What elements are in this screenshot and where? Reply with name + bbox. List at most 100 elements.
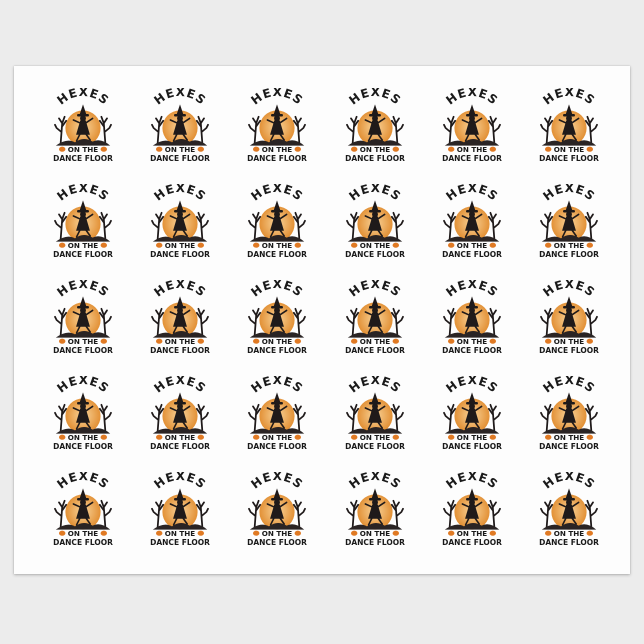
hexes-sticker: HEXES ON THE DANCE FLOOR [53, 184, 113, 259]
sticker-line-three: DANCE FLOOR [53, 154, 113, 163]
hexes-sticker: HEXES ON THE DANCE FLOOR [53, 376, 113, 451]
sticker-line-three: DANCE FLOOR [53, 250, 113, 259]
sticker-cell: HEXES ON THE DANCE FLOOR [131, 368, 228, 464]
sticker-line-two: ON THE [262, 529, 293, 538]
hexes-sticker: HEXES ON THE DANCE FLOOR [442, 280, 502, 355]
product-preview: HEXES ON THE DANCE FLOOR HEXES ON THE DA… [0, 0, 644, 644]
sticker-line-two: ON THE [262, 337, 293, 346]
sticker-line-two: ON THE [457, 337, 488, 346]
sticker-cell: HEXES ON THE DANCE FLOOR [326, 176, 423, 272]
sticker-line-three: DANCE FLOOR [539, 442, 599, 451]
hexes-sticker: HEXES ON THE DANCE FLOOR [442, 184, 502, 259]
sticker-line-three: DANCE FLOOR [247, 442, 307, 451]
pumpkin-icon [447, 434, 455, 440]
sticker-line-two: ON THE [262, 145, 293, 154]
pumpkin-icon [545, 338, 552, 344]
pumpkin-icon [447, 146, 455, 152]
pumpkin-icon [489, 434, 496, 440]
hexes-sticker: HEXES ON THE DANCE FLOOR [150, 376, 210, 451]
sticker-cell: HEXES ON THE DANCE FLOOR [229, 464, 326, 560]
hexes-sticker: HEXES ON THE DANCE FLOOR [539, 184, 599, 259]
sticker-cell: HEXES ON THE DANCE FLOOR [229, 272, 326, 368]
sticker-cell: HEXES ON THE DANCE FLOOR [521, 176, 618, 272]
sticker-line-three: DANCE FLOOR [442, 538, 502, 547]
pumpkin-icon [253, 434, 260, 440]
sticker-cell: HEXES ON THE DANCE FLOOR [326, 368, 423, 464]
pumpkin-icon [197, 338, 204, 344]
pumpkin-icon [197, 242, 204, 248]
hexes-sticker: HEXES ON THE DANCE FLOOR [150, 472, 210, 547]
sticker-cell: HEXES ON THE DANCE FLOOR [521, 368, 618, 464]
sticker-cell: HEXES ON THE DANCE FLOOR [131, 272, 228, 368]
pumpkin-icon [350, 338, 358, 344]
pumpkin-icon [392, 338, 399, 344]
pumpkin-icon [100, 338, 107, 344]
sticker-cell: HEXES ON THE DANCE FLOOR [131, 464, 228, 560]
hexes-sticker: HEXES ON THE DANCE FLOOR [150, 184, 210, 259]
sticker-line-two: ON THE [554, 241, 585, 250]
pumpkin-icon [447, 242, 455, 248]
sticker-line-three: DANCE FLOOR [539, 154, 599, 163]
sticker-line-two: ON THE [554, 529, 585, 538]
pumpkin-icon [253, 242, 260, 248]
pumpkin-icon [100, 530, 107, 536]
pumpkin-icon [58, 338, 66, 344]
hexes-sticker: HEXES ON THE DANCE FLOOR [442, 472, 502, 547]
hexes-sticker: HEXES ON THE DANCE FLOOR [150, 280, 210, 355]
pumpkin-icon [155, 530, 163, 536]
sticker-line-two: ON THE [262, 241, 293, 250]
sticker-line-two: ON THE [457, 529, 488, 538]
hexes-sticker: HEXES ON THE DANCE FLOOR [247, 280, 307, 355]
sticker-cell: HEXES ON THE DANCE FLOOR [131, 80, 228, 176]
pumpkin-icon [489, 338, 496, 344]
pumpkin-icon [447, 530, 455, 536]
pumpkin-icon [294, 338, 302, 344]
sticker-line-three: DANCE FLOOR [150, 154, 210, 163]
hexes-sticker: HEXES ON THE DANCE FLOOR [53, 472, 113, 547]
sticker-line-two: ON THE [165, 337, 196, 346]
sticker-line-three: DANCE FLOOR [247, 154, 307, 163]
pumpkin-icon [489, 146, 496, 152]
sticker-cell: HEXES ON THE DANCE FLOOR [521, 272, 618, 368]
sticker-cell: HEXES ON THE DANCE FLOOR [229, 176, 326, 272]
sticker-cell: HEXES ON THE DANCE FLOOR [34, 464, 131, 560]
pumpkin-icon [447, 338, 455, 344]
sticker-cell: HEXES ON THE DANCE FLOOR [521, 80, 618, 176]
pumpkin-icon [253, 338, 260, 344]
sticker-cell: HEXES ON THE DANCE FLOOR [423, 272, 520, 368]
sticker-line-three: DANCE FLOOR [247, 346, 307, 355]
pumpkin-icon [197, 530, 204, 536]
sticker-sheet: HEXES ON THE DANCE FLOOR HEXES ON THE DA… [14, 66, 630, 574]
sticker-line-two: ON THE [457, 433, 488, 442]
sticker-line-three: DANCE FLOOR [150, 538, 210, 547]
sticker-line-two: ON THE [554, 337, 585, 346]
pumpkin-icon [253, 146, 260, 152]
sticker-cell: HEXES ON THE DANCE FLOOR [423, 176, 520, 272]
pumpkin-icon [197, 146, 204, 152]
hexes-sticker: HEXES ON THE DANCE FLOOR [247, 88, 307, 163]
sticker-line-three: DANCE FLOOR [53, 346, 113, 355]
sticker-line-three: DANCE FLOOR [539, 250, 599, 259]
pumpkin-icon [100, 242, 107, 248]
hexes-sticker: HEXES ON THE DANCE FLOOR [53, 280, 113, 355]
sticker-cell: HEXES ON THE DANCE FLOOR [34, 368, 131, 464]
sticker-line-two: ON THE [359, 529, 390, 538]
sticker-line-three: DANCE FLOOR [247, 250, 307, 259]
sticker-line-three: DANCE FLOOR [150, 250, 210, 259]
sticker-line-three: DANCE FLOOR [345, 250, 405, 259]
pumpkin-icon [155, 338, 163, 344]
pumpkin-icon [489, 242, 496, 248]
sticker-cell: HEXES ON THE DANCE FLOOR [34, 272, 131, 368]
pumpkin-icon [58, 146, 66, 152]
sticker-line-two: ON THE [359, 433, 390, 442]
sticker-cell: HEXES ON THE DANCE FLOOR [423, 80, 520, 176]
pumpkin-icon [350, 242, 358, 248]
sticker-line-three: DANCE FLOOR [53, 538, 113, 547]
sticker-line-three: DANCE FLOOR [345, 538, 405, 547]
hexes-sticker: HEXES ON THE DANCE FLOOR [442, 88, 502, 163]
pumpkin-icon [586, 434, 594, 440]
pumpkin-icon [545, 530, 552, 536]
pumpkin-icon [58, 530, 66, 536]
pumpkin-icon [100, 146, 107, 152]
sticker-line-two: ON THE [165, 145, 196, 154]
